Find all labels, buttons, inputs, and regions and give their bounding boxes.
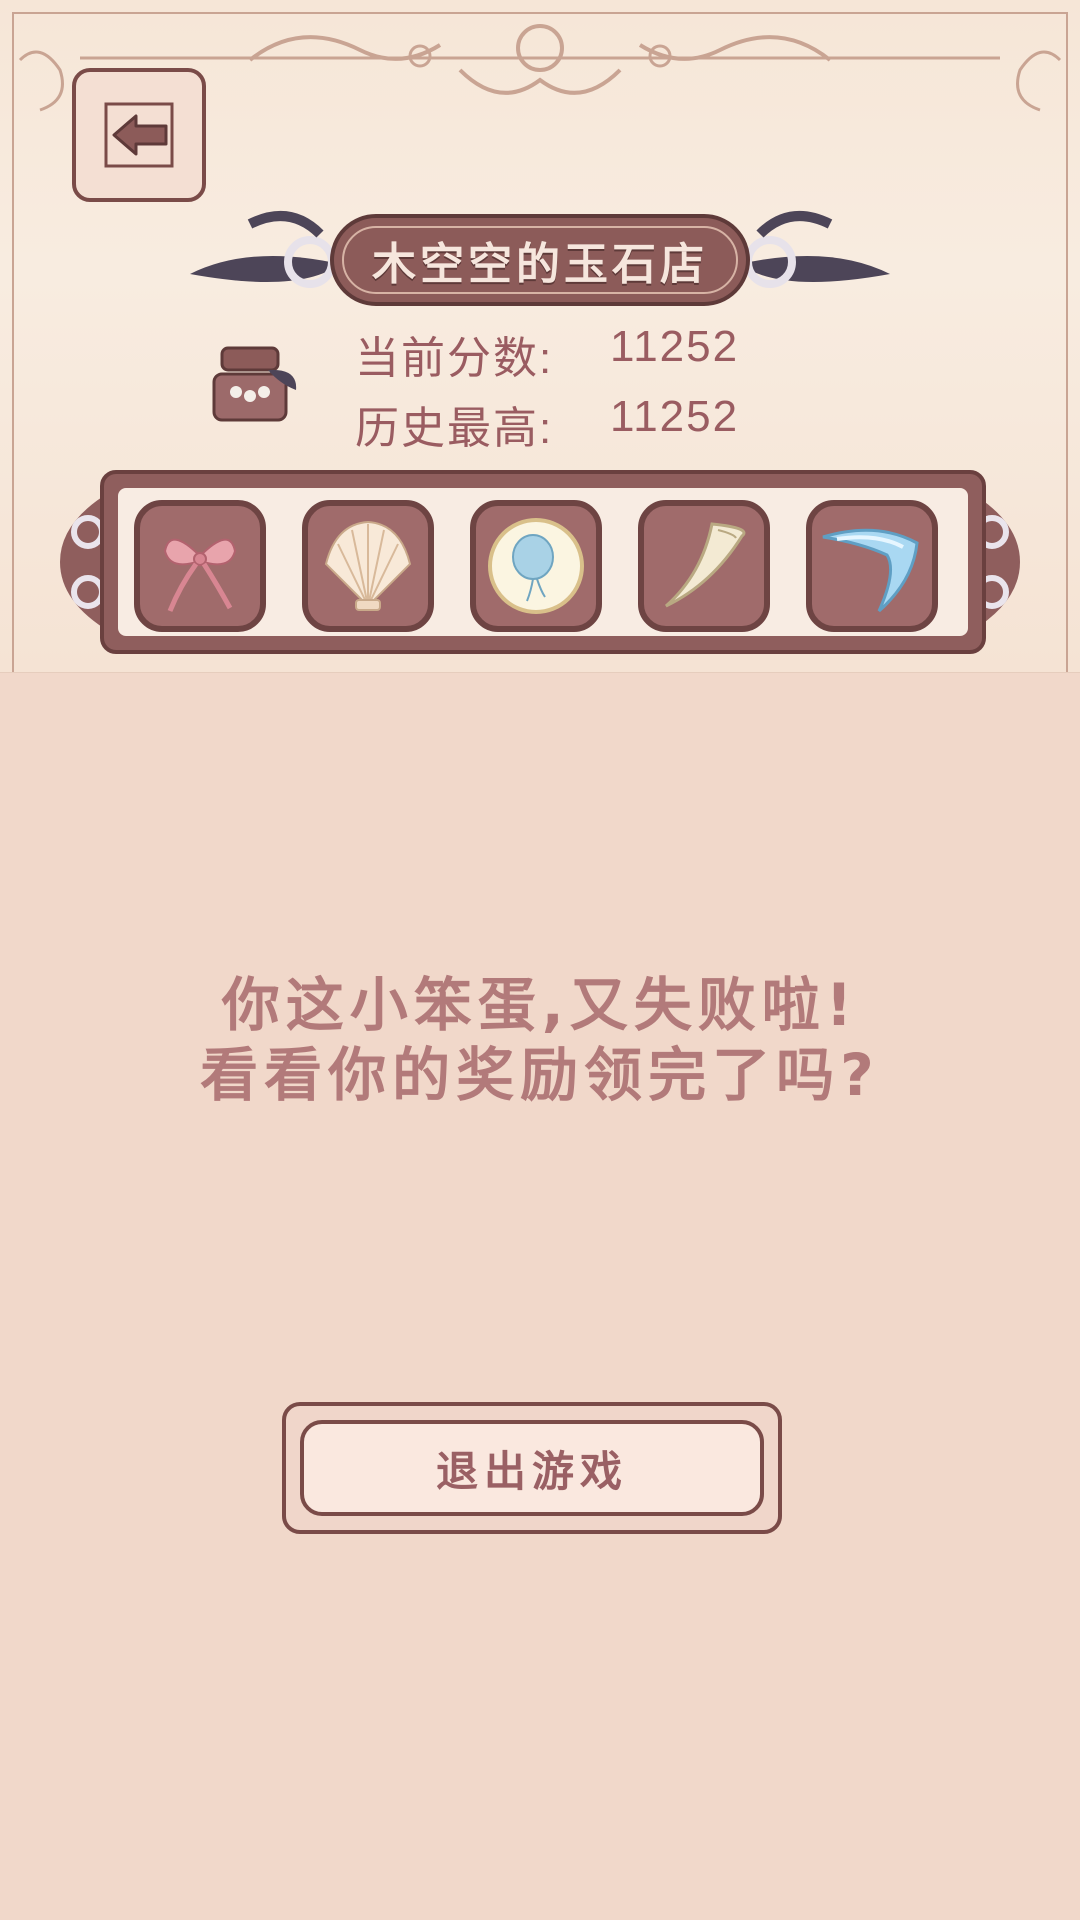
title-plate: 木空空的玉石店 [330,214,750,306]
shop-title-banner: 木空空的玉石店 [190,204,890,314]
seashell-icon [324,520,412,611]
message-line-1: 你这小笨蛋,又失败啦! [221,971,859,1039]
ribbon-bow-icon [163,538,237,612]
current-score-value: 11252 [610,322,740,371]
jewelry-chest-icon [212,346,297,422]
exit-button-label: 退出游戏 [435,1446,628,1496]
shop-panel: 木空空的玉石店 当前分数: 11252 历史最高: 11252 [0,0,1080,673]
item-slot-seashell[interactable] [302,500,434,632]
back-arrow-icon [104,102,174,168]
fang-tooth-icon [665,522,746,608]
exit-button-inner: 退出游戏 [300,1420,764,1516]
high-score-value: 11252 [610,392,740,441]
item-slot-jellyfish[interactable] [470,500,602,632]
item-slot-boomerang[interactable] [806,500,938,632]
message-line-2: 看看你的奖励领完了吗? [200,1041,880,1109]
high-score-row: 历史最高: 11252 [355,392,737,456]
ice-boomerang-icon [822,528,919,613]
collected-items-bar [100,470,986,654]
exit-game-button[interactable]: 退出游戏 [282,1402,782,1534]
back-button[interactable] [72,68,206,202]
shop-title: 木空空的玉石店 [372,239,708,290]
current-score-row: 当前分数: 11252 [355,322,737,386]
current-score-label: 当前分数: [355,334,554,383]
item-slot-fang[interactable] [638,500,770,632]
failure-message: 你这小笨蛋,又失败啦! 看看你的奖励领完了吗? [0,970,1080,1110]
jellyfish-plate-icon [488,518,584,614]
item-slot-ribbon[interactable] [134,500,266,632]
high-score-label: 历史最高: [355,404,554,453]
